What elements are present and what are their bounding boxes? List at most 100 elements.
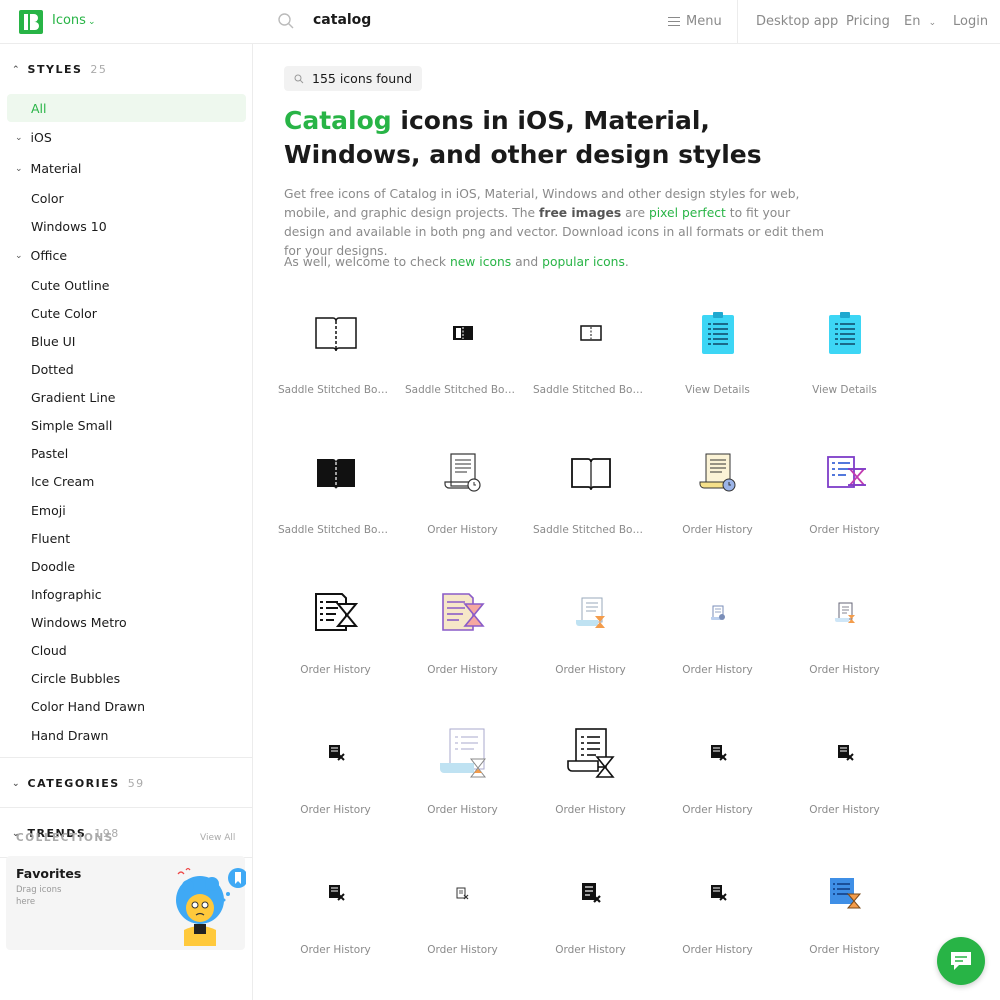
divider [0, 757, 252, 758]
page-title: Catalog icons in iOS, Material, Windows,… [284, 104, 844, 172]
pixel-perfect-link[interactable]: pixel perfect [649, 206, 726, 220]
sidebar-item-hand-drawn[interactable]: Hand Drawn [31, 728, 108, 743]
icon-tile[interactable]: Order History [781, 708, 908, 848]
sidebar-item-color-hand-drawn[interactable]: Color Hand Drawn [31, 699, 145, 714]
icon-tile[interactable]: Order History [399, 708, 526, 848]
icon-tile[interactable]: Order History [272, 708, 399, 848]
sidebar-item-cute-outline[interactable]: Cute Outline [31, 278, 109, 293]
receipt-clock-color-icon [654, 428, 781, 518]
popular-icons-link[interactable]: popular icons [542, 255, 625, 269]
sidebar-item-pastel[interactable]: Pastel [31, 446, 68, 461]
icon-caption: Order History [300, 944, 371, 956]
icon-tile[interactable]: Saddle Stitched Boo... [527, 428, 654, 568]
sidebar-item-label: Office [30, 248, 68, 263]
divider [0, 807, 252, 808]
search-input[interactable]: catalog [313, 12, 371, 28]
chevron-down-icon: ⌄ [15, 163, 23, 174]
sidebar-item-ice-cream[interactable]: Ice Cream [31, 474, 94, 489]
brand-dropdown[interactable]: Icons ⌄ [52, 13, 96, 28]
view-all-link[interactable]: View All [200, 833, 235, 843]
sidebar-item-fluent[interactable]: Fluent [31, 531, 70, 546]
receipt-x-tiny-icon [399, 848, 526, 938]
hamburger-icon [668, 17, 680, 26]
icon-tile[interactable]: Order History [399, 568, 526, 708]
icon-caption: Order History [682, 664, 753, 676]
sidebar-item-gradient-line[interactable]: Gradient Line [31, 390, 115, 405]
sidebar-item-simple-small[interactable]: Simple Small [31, 418, 112, 433]
sidebar-group-office[interactable]: ⌄ Office [15, 248, 67, 263]
styles-section-header[interactable]: ⌃ STYLES 25 [12, 63, 107, 76]
menu-button[interactable]: Menu [668, 14, 722, 29]
icon-tile[interactable]: Order History [781, 568, 908, 708]
icon-tile[interactable]: Order History [399, 428, 526, 568]
icon-caption: Order History [555, 944, 626, 956]
icon-tile[interactable]: Order History [527, 848, 654, 988]
icon-tile[interactable]: Order History [272, 848, 399, 988]
sidebar: ⌃ STYLES 25 All ⌄ iOS ⌄ Material Color Win… [0, 44, 253, 1000]
icon-caption: Order History [300, 664, 371, 676]
sidebar-item-label: Material [30, 161, 82, 176]
categories-title: CATEGORIES [27, 777, 120, 790]
welcome-text-part: As well, welcome to check [284, 255, 450, 269]
icon-tile[interactable]: Order History [527, 708, 654, 848]
icon-tile[interactable]: Order History [527, 568, 654, 708]
icon-tile[interactable]: Saddle Stitched Boo... [272, 428, 399, 568]
sidebar-item-cloud[interactable]: Cloud [31, 643, 67, 658]
icon-tile[interactable]: View Details [654, 288, 781, 428]
sidebar-item-emoji[interactable]: Emoji [31, 503, 66, 518]
sidebar-item-windows10[interactable]: Windows 10 [31, 219, 107, 234]
sidebar-item-circle-bubbles[interactable]: Circle Bubbles [31, 671, 120, 686]
icon-tile[interactable]: Order History [654, 568, 781, 708]
language-dropdown[interactable]: En ⌄ [904, 14, 936, 29]
categories-section-header[interactable]: ⌄ CATEGORIES 59 [12, 777, 145, 790]
icon-tile[interactable]: Order History [781, 848, 908, 988]
sidebar-item-blue-ui[interactable]: Blue UI [31, 334, 75, 349]
desktop-app-link[interactable]: Desktop app [756, 14, 838, 29]
chat-button[interactable] [937, 937, 985, 985]
clipboard-list-cyan-icon [781, 288, 908, 378]
icon-caption: Order History [809, 524, 880, 536]
icons8-logo-icon[interactable] [19, 10, 43, 34]
page-description: Get free icons of Catalog in iOS, Materi… [284, 185, 824, 261]
receipt-hourglass-small-icon [781, 568, 908, 658]
icon-tile[interactable]: Saddle Stitched Boo... [399, 288, 526, 428]
welcome-text-part: . [624, 255, 629, 269]
sidebar-item-dotted[interactable]: Dotted [31, 362, 74, 377]
receipt-x-small-icon [781, 708, 908, 798]
language-label: En [904, 14, 921, 29]
favorites-collection[interactable]: Favorites Drag icons here [6, 856, 246, 950]
icon-tile[interactable]: Saddle Stitched Boo... [272, 288, 399, 428]
pricing-link[interactable]: Pricing [846, 14, 890, 29]
receipt-small-icon [654, 568, 781, 658]
icon-tile[interactable]: View Details [781, 288, 908, 428]
character-illustration-icon [176, 867, 246, 946]
icon-tile[interactable]: Order History [781, 428, 908, 568]
icon-tile[interactable]: Order History [654, 708, 781, 848]
icon-caption: Order History [809, 804, 880, 816]
icon-tile[interactable]: Order History [272, 568, 399, 708]
list-hourglass-outline-icon [272, 568, 399, 658]
receipt-clock-outline-icon [399, 428, 526, 518]
new-icons-link[interactable]: new icons [450, 255, 511, 269]
login-link[interactable]: Login [953, 14, 988, 29]
sidebar-item-infographic[interactable]: Infographic [31, 587, 102, 602]
sidebar-item-color[interactable]: Color [31, 191, 64, 206]
collections-title: COLLECTIONS [16, 832, 114, 844]
icon-tile[interactable]: Order History [399, 848, 526, 988]
sidebar-group-ios[interactable]: ⌄ iOS [15, 130, 52, 145]
icon-tile[interactable]: Order History [654, 848, 781, 988]
icon-caption: Saddle Stitched Boo... [533, 524, 649, 536]
sidebar-group-material[interactable]: ⌄ Material [15, 161, 81, 176]
menu-label: Menu [686, 14, 722, 29]
list-hourglass-pastel-icon [399, 568, 526, 658]
icon-tile[interactable]: Order History [654, 428, 781, 568]
sidebar-item-doodle[interactable]: Doodle [31, 559, 75, 574]
icon-caption: Order History [300, 804, 371, 816]
icon-tile[interactable]: Saddle Stitched Boo... [527, 288, 654, 428]
sidebar-item-cute-color[interactable]: Cute Color [31, 306, 97, 321]
book-small-outline-icon [527, 288, 654, 378]
sidebar-item-windows-metro[interactable]: Windows Metro [31, 615, 127, 630]
sidebar-item-all[interactable]: All [7, 94, 246, 122]
receipt-hourglass-blue-large-icon [399, 708, 526, 798]
book-outline-icon [527, 428, 654, 518]
